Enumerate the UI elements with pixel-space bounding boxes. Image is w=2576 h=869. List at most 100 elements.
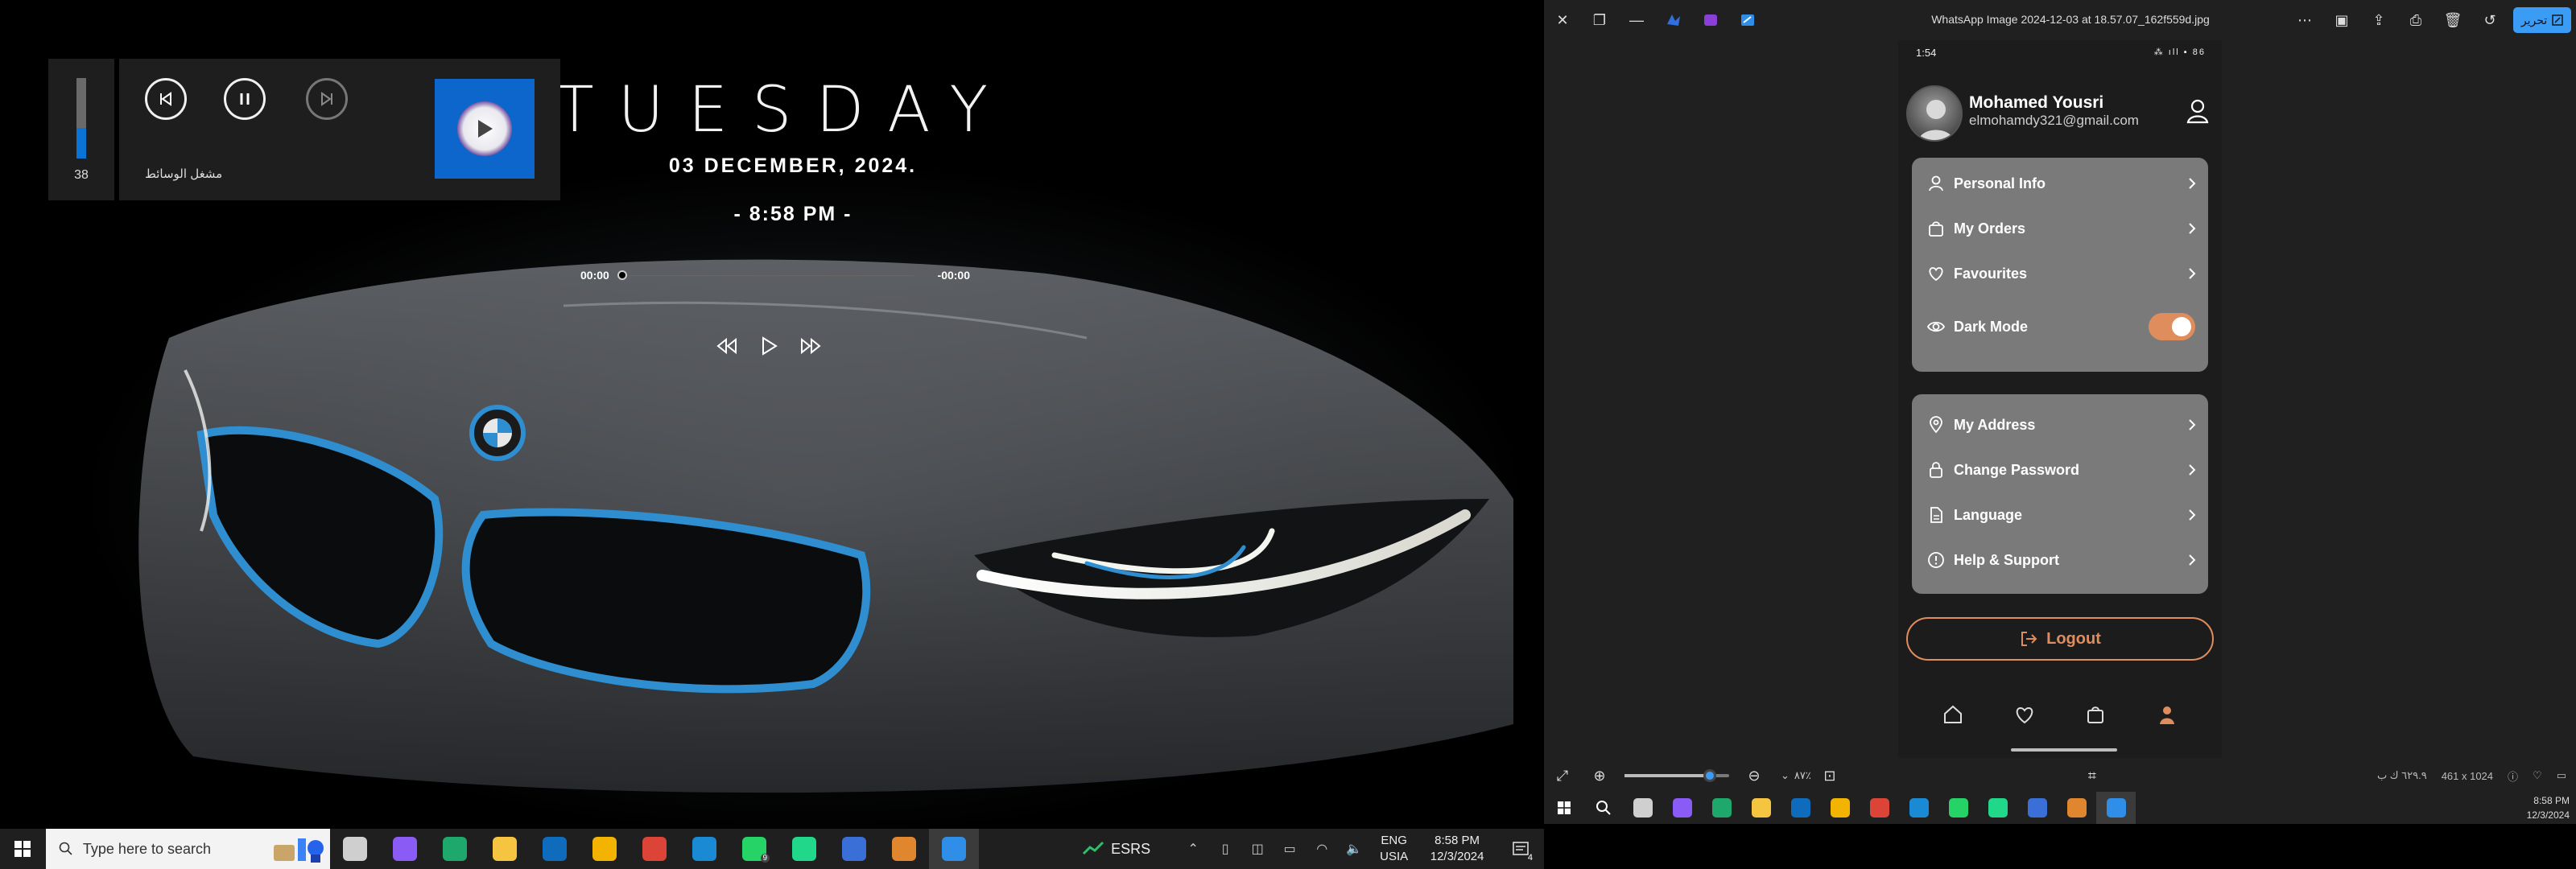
progress-track[interactable]	[621, 275, 914, 276]
clipchamp-button[interactable]	[1655, 0, 1692, 40]
clock-date-text: 12/3/2024	[1430, 850, 1484, 863]
taskbar-app-search[interactable]	[1583, 792, 1623, 824]
volume-panel: 38	[48, 59, 114, 200]
next-track-button[interactable]	[306, 78, 348, 120]
zoom-slider[interactable]	[1624, 769, 1729, 782]
slideshow-icon[interactable]: ▣	[2323, 0, 2360, 40]
more-options-icon[interactable]: ⋯	[2286, 0, 2323, 40]
taskbar-app-chrome[interactable]	[1860, 792, 1899, 824]
fast-forward-icon[interactable]	[796, 332, 825, 360]
taskbar-app-store[interactable]	[1820, 792, 1860, 824]
taskbar-app-outlook[interactable]	[530, 829, 580, 869]
print-icon[interactable]: ⎙	[2397, 0, 2434, 40]
info-icon[interactable]: ⓘ	[2508, 768, 2518, 784]
nav-favourites[interactable]	[2008, 698, 2041, 731]
nav-home[interactable]	[1936, 698, 1970, 731]
clock-date: 03 DECEMBER, 2024.	[668, 154, 918, 177]
taskbar-app-outlook[interactable]	[1781, 792, 1820, 824]
nav-orders[interactable]	[2079, 698, 2112, 731]
delete-icon[interactable]: 🗑	[2434, 0, 2471, 40]
zoom-level-dropdown[interactable]: ⌄ ٨٧٪	[1781, 769, 1811, 782]
taskbar-clock-right[interactable]: 8:58 PM 12/3/2024	[2527, 793, 2570, 822]
taskbar-app-app-green[interactable]	[1978, 792, 2017, 824]
taskbar-app-file-explorer[interactable]	[1741, 792, 1781, 824]
restore-button[interactable]: ❐	[1581, 0, 1618, 40]
menu-item-help-support[interactable]: Help & Support	[1912, 539, 2208, 581]
taskbar-app-whatsapp[interactable]	[1938, 792, 1978, 824]
taskbar-app-task-view[interactable]	[1623, 792, 1662, 824]
pause-button[interactable]	[224, 78, 266, 120]
taskbar-app-app-blue[interactable]	[829, 829, 879, 869]
taskbar-app-copilot[interactable]	[1662, 792, 1702, 824]
volume-icon[interactable]: 🔈	[1338, 829, 1370, 869]
wifi-icon[interactable]: ◠	[1306, 829, 1338, 869]
weather-widget[interactable]: ESRS	[1082, 841, 1161, 858]
app-badge: 9	[760, 854, 770, 863]
menu-item-change-password[interactable]: Change Password	[1912, 449, 2208, 491]
menu-item-my-orders[interactable]: My Orders	[1912, 208, 2208, 249]
nav-profile[interactable]	[2150, 698, 2184, 731]
battery-icon[interactable]: ▭	[1274, 829, 1306, 869]
menu-item-dark-mode[interactable]: Dark Mode	[1912, 306, 2208, 348]
rewind-icon[interactable]	[712, 332, 741, 360]
paint-button[interactable]	[1729, 0, 1766, 40]
taskbar-app-file-explorer[interactable]	[480, 829, 530, 869]
fit-to-window-icon[interactable]: ⊡	[1811, 756, 1848, 796]
music-progress-bar[interactable]: 00:00 -00:00	[576, 266, 970, 285]
taskbar-app-edge[interactable]	[1702, 792, 1741, 824]
edit-label: تحرير	[2520, 13, 2548, 27]
taskbar-search-box[interactable]: Type here to search	[45, 829, 331, 869]
close-button[interactable]: ✕	[1544, 0, 1581, 40]
menu-item-personal-info[interactable]: Personal Info	[1912, 163, 2208, 204]
avatar[interactable]	[1906, 85, 1963, 142]
dark-mode-toggle[interactable]	[2149, 313, 2195, 340]
taskbar-app-pycharm[interactable]	[779, 829, 829, 869]
edit-button[interactable]: تحرير	[2513, 7, 2571, 33]
rotate-icon[interactable]: ↺	[2471, 0, 2508, 40]
volume-slider[interactable]	[76, 78, 86, 159]
filmstrip-icon[interactable]: ▭	[2557, 769, 2566, 782]
designer-button[interactable]	[1692, 0, 1729, 40]
taskbar-app-store[interactable]	[580, 829, 630, 869]
start-button[interactable]	[0, 829, 46, 869]
menu-item-my-address[interactable]: My Address	[1912, 404, 2208, 446]
network-share-icon[interactable]: ◫	[1241, 829, 1274, 869]
left-desktop: TUESDAY 03 DECEMBER, 2024. - 8:58 PM - 0…	[0, 0, 1544, 869]
profile-settings-icon[interactable]	[2182, 95, 2214, 127]
taskbar-app-media-player[interactable]	[879, 829, 929, 869]
taskbar-app-task-view[interactable]	[330, 829, 380, 869]
taskbar-app-app-blue[interactable]	[2017, 792, 2057, 824]
notification-center-button[interactable]: 4	[1496, 829, 1544, 869]
photos-icon	[942, 837, 967, 861]
zoom-out-icon[interactable]: ⊖	[1736, 756, 1773, 796]
zoom-in-icon[interactable]: ⊕	[1581, 756, 1618, 796]
taskbar-app-photos[interactable]	[929, 829, 980, 869]
taskbar-app-media-player[interactable]	[2057, 792, 2096, 824]
input-language[interactable]: ENG USIA	[1370, 833, 1418, 865]
start-button-right[interactable]	[1544, 792, 1583, 824]
taskbar-clock[interactable]: 8:58 PM 12/3/2024	[1418, 833, 1496, 865]
clock-date-right: 12/3/2024	[2526, 809, 2570, 821]
taskbar-app-whatsapp[interactable]: 9	[729, 829, 779, 869]
favorite-icon[interactable]: ♡	[2533, 769, 2542, 782]
fullscreen-icon[interactable]: ⤢	[1544, 756, 1581, 796]
menu-item-favourites[interactable]: Favourites	[1912, 253, 2208, 294]
taskbar-app-copilot[interactable]	[380, 829, 430, 869]
taskbar-app-photos[interactable]	[2096, 792, 2136, 824]
play-icon[interactable]	[754, 332, 783, 360]
visual-search-icon[interactable]: ⌗	[2074, 756, 2111, 796]
taskbar-app-vscode[interactable]	[1899, 792, 1938, 824]
taskbar-app-edge[interactable]	[430, 829, 480, 869]
chevron-up-icon[interactable]: ⌃	[1177, 829, 1209, 869]
logout-button[interactable]: Logout	[1906, 617, 2214, 661]
previous-track-button[interactable]	[145, 78, 187, 120]
minimize-button[interactable]: —	[1618, 0, 1655, 40]
share-icon[interactable]: ⇪	[2360, 0, 2397, 40]
menu-item-language[interactable]: Language	[1912, 494, 2208, 536]
taskbar-app-chrome[interactable]	[630, 829, 679, 869]
taskbar-app-vscode[interactable]	[679, 829, 729, 869]
progress-knob[interactable]	[617, 270, 627, 280]
status-indicators: ⁂ ıll ▪ 86	[2153, 47, 2206, 57]
battery-saver-icon[interactable]: ▯	[1209, 829, 1241, 869]
search-icon	[1594, 798, 1613, 818]
